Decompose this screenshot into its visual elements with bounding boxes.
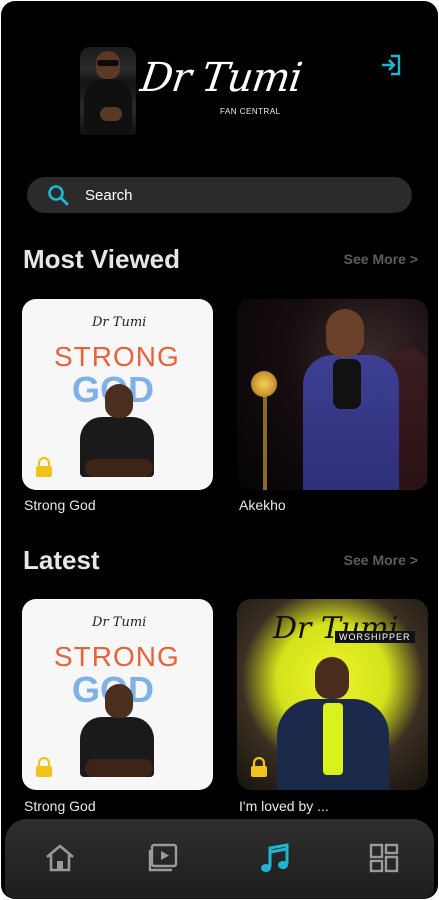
album-card-strong-god[interactable]: Dr Tumi STRONG GOD xyxy=(22,299,213,490)
bottom-nav xyxy=(5,819,434,899)
see-more-most-viewed[interactable]: See More > xyxy=(344,251,418,267)
card-label: Akekho xyxy=(239,497,286,513)
video-icon xyxy=(148,843,178,872)
card-label: Strong God xyxy=(24,497,96,513)
album-card-strong-god[interactable]: Dr Tumi STRONG GOD xyxy=(22,599,213,790)
header: Dr Tumi FAN CENTRAL xyxy=(1,41,438,141)
nav-home[interactable] xyxy=(43,841,77,875)
lock-icon xyxy=(36,757,52,777)
login-button[interactable] xyxy=(379,53,403,77)
see-more-latest[interactable]: See More > xyxy=(344,552,418,568)
login-icon xyxy=(382,54,401,76)
logo-subtitle: FAN CENTRAL xyxy=(220,107,281,116)
nav-videos[interactable] xyxy=(147,841,181,875)
app-screen: Dr Tumi FAN CENTRAL Most Viewed See More… xyxy=(1,1,438,899)
search-bar[interactable] xyxy=(27,177,412,213)
video-card-akekho[interactable] xyxy=(237,299,428,490)
section-title-most-viewed: Most Viewed xyxy=(23,244,181,274)
lock-icon xyxy=(251,757,267,777)
music-icon xyxy=(261,843,289,872)
section-title-latest: Latest xyxy=(23,545,100,575)
card-label: Strong God xyxy=(24,798,96,814)
nav-more[interactable] xyxy=(367,841,401,875)
grid-icon xyxy=(369,843,399,873)
search-input[interactable] xyxy=(85,183,385,207)
card-label: I'm loved by ... xyxy=(239,798,329,814)
album-card-worshipper[interactable]: Dr Tumi WORSHIPPER xyxy=(237,599,428,790)
search-icon xyxy=(48,185,69,206)
logo-title: Dr Tumi xyxy=(137,55,305,101)
nav-music[interactable] xyxy=(258,841,292,875)
home-icon xyxy=(46,844,74,872)
artist-avatar xyxy=(80,47,136,135)
lock-icon xyxy=(36,457,52,477)
